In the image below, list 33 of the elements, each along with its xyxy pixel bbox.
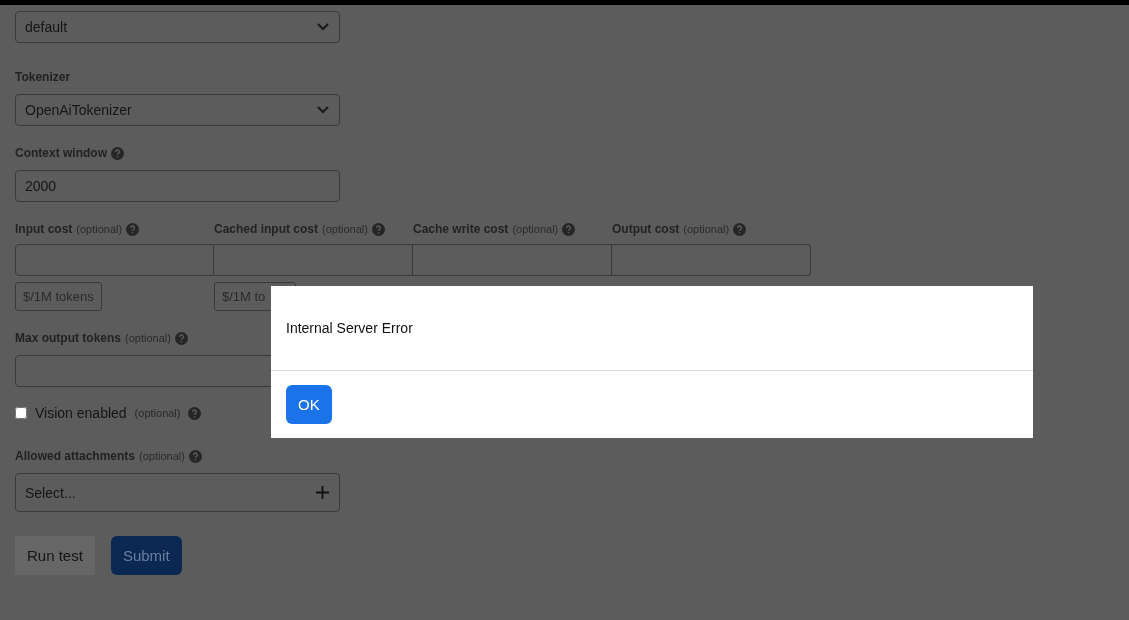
checkbox-label: Vision enabled — [35, 405, 127, 421]
cost-input[interactable] — [413, 244, 612, 276]
help-icon[interactable] — [371, 222, 385, 236]
help-icon[interactable] — [174, 331, 188, 345]
field-label: Output cost — [612, 222, 680, 236]
cost-input[interactable] — [214, 244, 413, 276]
help-icon[interactable] — [188, 449, 202, 463]
submit-button[interactable]: Submit — [110, 536, 182, 575]
field-label: Cache write cost — [413, 222, 509, 236]
run-test-button[interactable]: Run test — [15, 536, 95, 575]
field-label: Allowed attachments — [15, 449, 136, 463]
field-label: Cached input cost — [214, 222, 318, 236]
help-icon[interactable] — [188, 406, 202, 420]
chevron-down-icon — [317, 23, 329, 31]
cost-input[interactable] — [612, 244, 811, 276]
text-input[interactable]: 2000 — [15, 170, 340, 202]
plus-icon — [316, 486, 329, 499]
select-dropdown[interactable]: default — [15, 11, 340, 43]
error-message: Internal Server Error — [286, 320, 413, 336]
help-icon[interactable] — [733, 222, 747, 236]
help-icon[interactable] — [111, 146, 124, 160]
cost-input[interactable] — [15, 244, 214, 276]
help-icon[interactable] — [126, 222, 140, 236]
ok-button[interactable]: OK — [286, 385, 332, 424]
field-label: Context window — [15, 146, 107, 160]
multi-select[interactable]: Select... — [15, 473, 340, 512]
select-dropdown[interactable]: OpenAiTokenizer — [15, 94, 340, 126]
field-label: Input cost — [15, 222, 73, 236]
field-label: Max output tokens — [15, 331, 121, 345]
checkbox[interactable] — [15, 407, 27, 419]
field-label: Tokenizer — [15, 70, 71, 84]
chevron-down-icon — [317, 106, 329, 114]
help-icon[interactable] — [562, 222, 576, 236]
